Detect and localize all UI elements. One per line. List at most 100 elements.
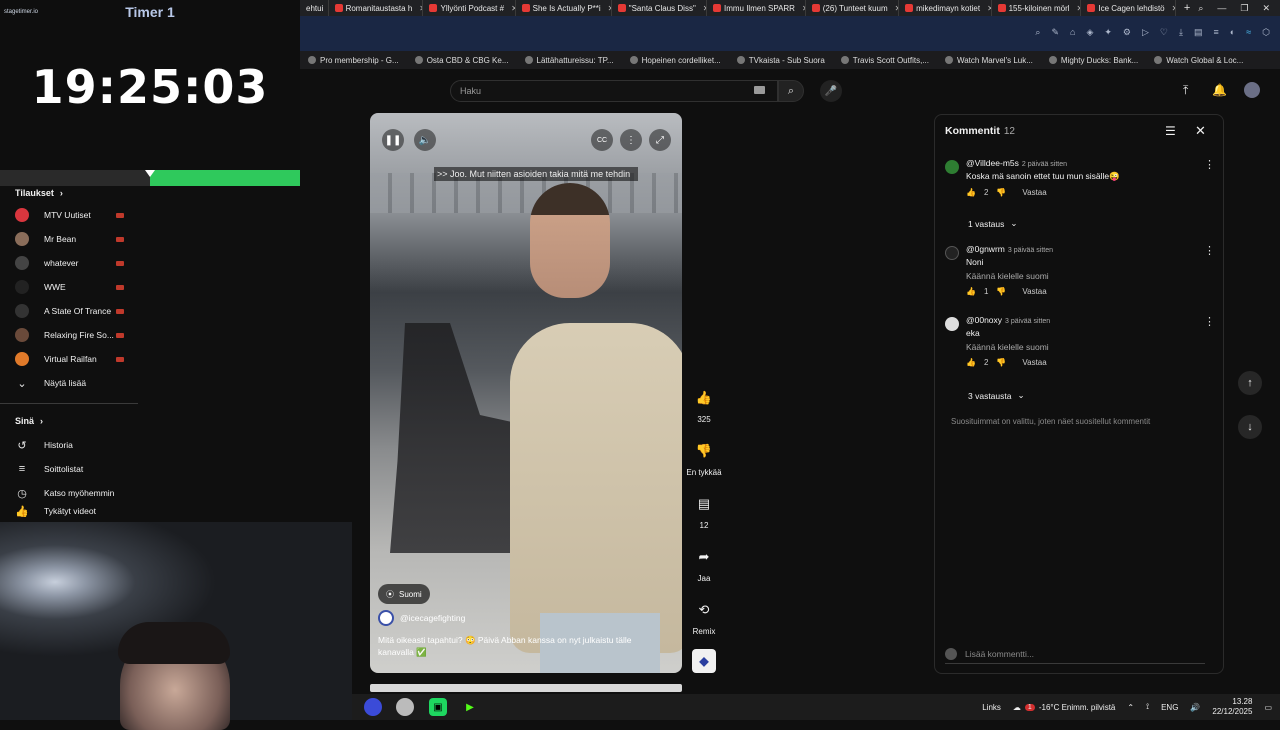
comment-avatar[interactable] [945,317,959,331]
browser-tab[interactable]: She Is Actually P**i✕ [516,0,612,16]
browser-tab-active[interactable]: Ice Cagen lehdistö✕ [1081,0,1176,16]
subscription-item[interactable]: Mr Bean [0,227,300,251]
share-button[interactable]: ➦ Jaa [684,546,724,583]
browser-tab[interactable]: Romanitaustasta h✕ [329,0,424,16]
bookmark[interactable]: Travis Scott Outfits,... [840,56,929,65]
links-toolbar[interactable]: Links [982,703,1001,712]
bell-icon[interactable]: 🔔 [1212,83,1227,97]
browser-tab[interactable]: mikedimayn kotiet✕ [899,0,992,16]
browser-tab[interactable]: ehtui [300,0,329,16]
thumbs-up-icon[interactable]: 👍 [966,358,976,367]
extension-icon[interactable]: ✦ [1104,27,1112,38]
close-window-icon[interactable]: ✕ [1262,3,1270,14]
play-icon[interactable]: ▷ [1142,27,1149,38]
remix-button[interactable]: ⟲ Remix [684,599,724,636]
discord-app-icon[interactable] [364,698,382,716]
upload-icon[interactable]: ⤒ [1183,83,1188,98]
comment-author[interactable]: @00noxy [966,315,1002,325]
network-icon[interactable]: ⟟ [1146,702,1149,712]
show-replies-button[interactable]: 3 vastausta ⌄ [968,390,1025,401]
app-icon[interactable] [396,698,414,716]
download-icon[interactable]: ⤓ [1179,27,1183,38]
bookmark[interactable]: Osta CBD & CBG Ke... [414,56,509,65]
browser-tab[interactable]: (26) Tunteet kuum✕ [806,0,900,16]
channel-avatar[interactable] [378,610,394,626]
subscriptions-header[interactable]: Tilaukset › [0,186,300,200]
dislike-button[interactable]: 👎 En tykkää [684,440,724,477]
more-options-button[interactable]: ⋮ [620,129,642,151]
sidebar-item-playlists[interactable]: ≡ Soittolistat [0,457,300,481]
language-indicator[interactable]: ENG [1161,703,1178,712]
bookmark[interactable]: Watch Marvel's Luk... [944,56,1033,65]
bookmark[interactable]: Mighty Ducks: Bank... [1048,56,1138,65]
comment-avatar[interactable] [945,160,959,174]
subscription-item[interactable]: whatever [0,251,300,275]
notifications-icon[interactable]: ▭ [1264,703,1272,712]
translate-link[interactable]: Käännä kielelle suomi [966,271,1201,281]
thumbs-down-icon[interactable]: 👎 [996,287,1006,296]
thumbs-down-icon[interactable]: 👎 [996,358,1006,367]
maximize-icon[interactable]: ❐ [1240,3,1248,14]
sidebar-item-watch-later[interactable]: ◷ Katso myöhemmin [0,481,300,505]
you-header[interactable]: Sinä › [0,414,300,428]
search-input[interactable]: Haku [450,80,778,102]
next-video-preview[interactable] [370,684,682,692]
subscription-item[interactable]: A State Of Trance [0,299,300,323]
subscription-item[interactable]: Virtual Railfan [0,347,300,371]
thumbs-down-icon[interactable]: 👎 [996,188,1006,197]
search-icon[interactable]: ⌕ [1035,27,1040,38]
comment-avatar[interactable] [945,246,959,260]
browser-tab[interactable]: "Santa Claus Diss"✕ [612,0,707,16]
next-video-button[interactable]: ↓ [1238,415,1262,439]
voice-search-button[interactable]: 🎤 [820,80,842,102]
menu-icon[interactable]: ≡ [1213,27,1218,38]
more-vert-icon[interactable]: ⋮ [1204,244,1215,257]
account-icon[interactable]: ◐ [1230,27,1235,38]
browser-tab[interactable]: Yllyönti Podcast #✕ [423,0,516,16]
channel-name[interactable]: @icecagefighting [400,613,465,623]
sidebar-item-history[interactable]: ↺ Historia [0,433,300,457]
reply-button[interactable]: Vastaa [1022,188,1046,197]
sidebar-item-liked[interactable]: 👍 Tykätyt videot [0,505,300,518]
home-icon[interactable]: ⌂ [1070,27,1075,38]
comment-author[interactable]: @Villdee-m5s [966,158,1019,168]
bookmark[interactable]: Pro membership - G... [308,56,399,65]
settings-icon[interactable]: ⚙ [1123,27,1131,38]
subscription-item[interactable]: MTV Uutiset [0,203,300,227]
new-tab-button[interactable]: + [1176,2,1198,14]
previous-video-button[interactable]: ↑ [1238,371,1262,395]
kick-app-icon[interactable]: ▶ [461,698,479,716]
show-replies-button[interactable]: 1 vastaus ⌄ [968,218,1018,229]
browser-tab[interactable]: Immu Ilmen SPARR✕ [707,0,806,16]
comments-button[interactable]: ▤ 12 [684,493,724,530]
browser-tab[interactable]: 155-kiloinen mörl✕ [992,0,1082,16]
speaker-icon[interactable]: 🔊 [1190,703,1200,712]
weather-widget[interactable]: ☁ 1 -16°C Enimm. pilvistä [1013,703,1115,712]
comment-author[interactable]: @0gnwrm [966,244,1005,254]
close-icon[interactable]: ✕ [1195,123,1206,139]
spotify-app-icon[interactable]: ▣ [429,698,447,716]
bookmark[interactable]: Lättähattureissu: TP... [524,56,614,65]
chevron-up-icon[interactable]: ⌃ [1127,703,1134,712]
more-icon[interactable]: ⬡ [1262,27,1270,38]
sidebar-icon[interactable]: ▤ [1194,27,1203,38]
volume-button[interactable]: 🔈 [414,129,436,151]
bookmark[interactable]: Watch Global & Loc... [1154,56,1243,65]
search-button[interactable]: ⌕ [778,80,804,102]
reply-button[interactable]: Vastaa [1022,358,1046,367]
show-more-button[interactable]: ⌄ Näytä lisää [0,371,300,395]
bookmark[interactable]: Hopeinen cordelliket... [629,56,721,65]
more-vert-icon[interactable]: ⋮ [1204,315,1215,328]
captions-button[interactable]: CC [591,129,613,151]
add-comment-input[interactable]: Lisää kommentti... [945,648,1205,664]
shorts-video-player[interactable]: >> Joo. Mut niitten asioiden takia mitä … [370,113,682,673]
like-button[interactable]: 👍 325 [684,387,724,424]
sort-icon[interactable]: ☰ [1165,124,1176,138]
keyboard-icon[interactable] [754,86,765,94]
heart-icon[interactable]: ♡ [1160,27,1168,38]
reply-button[interactable]: Vastaa [1022,287,1046,296]
fullscreen-button[interactable]: ⤢ [649,129,671,151]
bookmark[interactable]: TVkaista - Sub Suora [736,56,825,65]
thumbs-up-icon[interactable]: 👍 [966,188,976,197]
location-chip[interactable]: ⦿ Suomi [378,584,430,604]
